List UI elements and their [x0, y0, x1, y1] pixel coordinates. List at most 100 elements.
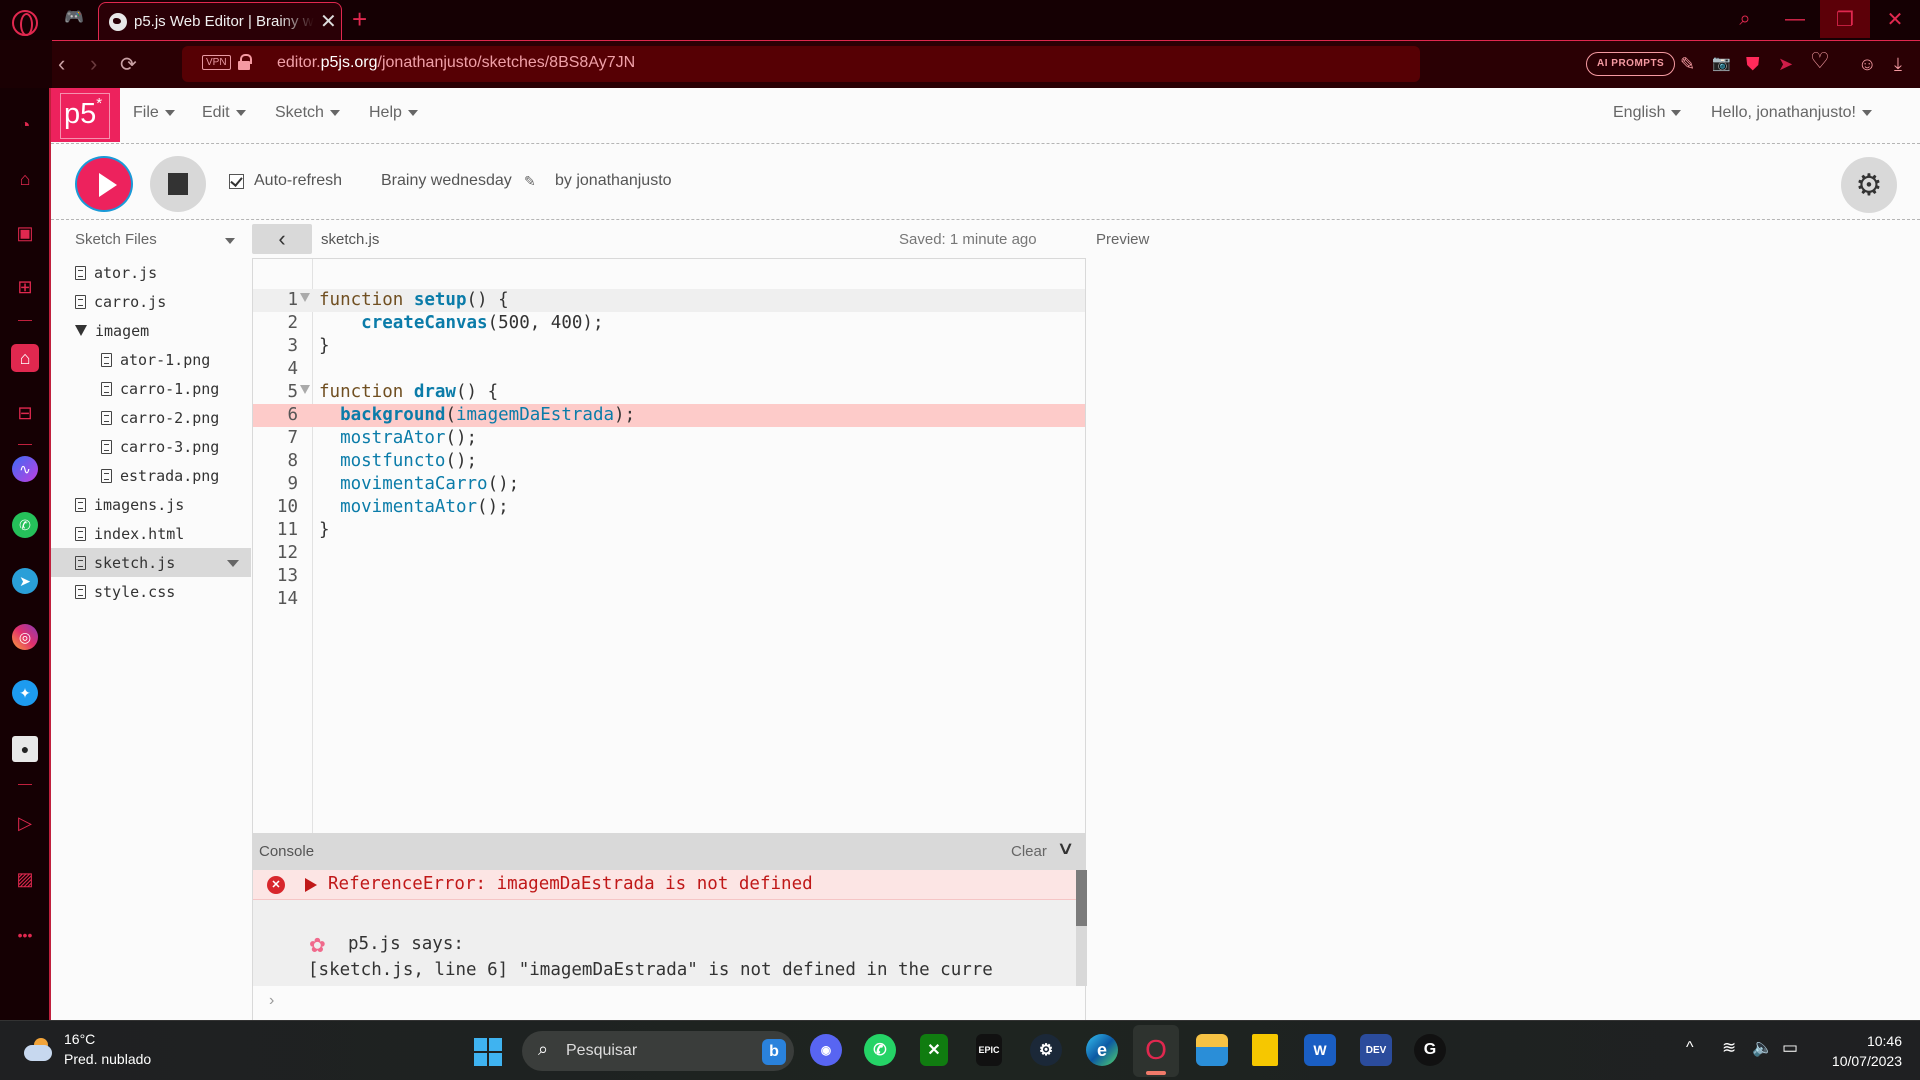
opera-taskbar-icon[interactable]: O — [1140, 1034, 1172, 1066]
console-scroll-thumb[interactable] — [1076, 870, 1087, 926]
g-hub-taskbar-icon[interactable]: G — [1414, 1034, 1446, 1066]
restore-button[interactable]: ❐ — [1820, 0, 1870, 38]
whatsapp-icon[interactable]: ✆ — [12, 512, 38, 538]
gallery-icon[interactable]: ▨ — [12, 866, 38, 892]
tab-close-icon[interactable]: ✕ — [320, 12, 337, 32]
ai-chip-icon[interactable]: ⊞ — [12, 274, 38, 300]
code-line[interactable]: 11} — [253, 519, 1085, 542]
tab-search-icon[interactable]: ⌕ — [1720, 0, 1770, 38]
code-line[interactable]: 12 — [253, 542, 1085, 565]
code-line[interactable]: 4 — [253, 358, 1085, 381]
file-item[interactable]: index.html — [51, 519, 251, 548]
fold-arrow-icon[interactable] — [300, 293, 310, 302]
file-item[interactable]: style.css — [51, 577, 251, 606]
menu-file[interactable]: File — [133, 104, 175, 122]
code-line[interactable]: 3} — [253, 335, 1085, 358]
camera-icon[interactable]: 📷 — [1712, 54, 1731, 74]
instagram-icon[interactable]: ◎ — [12, 624, 38, 650]
folder-expanded-icon[interactable] — [75, 325, 87, 336]
weather-description[interactable]: Pred. nublado — [64, 1051, 151, 1067]
vpn-badge[interactable]: VPN — [202, 55, 231, 70]
sticky-notes-taskbar-icon[interactable] — [1252, 1034, 1278, 1066]
pencil-icon[interactable]: ✎ — [524, 173, 536, 190]
heart-icon[interactable]: ♡ — [1810, 50, 1830, 72]
sketch-name[interactable]: Brainy wednesday — [381, 172, 512, 190]
steam-taskbar-icon[interactable]: ⚙ — [1030, 1034, 1062, 1066]
whatsapp-taskbar-icon[interactable]: ✆ — [864, 1034, 896, 1066]
code-line[interactable]: 1 function setup() { — [253, 289, 1085, 312]
battery-icon[interactable]: ▭ — [1782, 1038, 1798, 1058]
bing-icon[interactable]: b — [762, 1039, 786, 1065]
dev-cpp-taskbar-icon[interactable]: DEV — [1360, 1034, 1392, 1066]
console-scrollbar[interactable] — [1076, 870, 1087, 986]
file-item[interactable]: carro-2.png — [51, 403, 251, 432]
menu-edit[interactable]: Edit — [202, 104, 246, 122]
folder-item[interactable]: imagem — [51, 316, 251, 345]
file-item[interactable]: carro-1.png — [51, 374, 251, 403]
autorefresh-checkbox[interactable] — [229, 173, 244, 189]
reload-button[interactable]: ⟳ — [120, 52, 137, 77]
epic-games-taskbar-icon[interactable]: EPIC — [976, 1034, 1002, 1066]
url-field[interactable]: VPN editor.p5js.org/jonathanjusto/sketch… — [182, 46, 1420, 82]
autorefresh-toggle[interactable]: Auto-refresh — [229, 172, 342, 190]
lock-icon[interactable] — [238, 54, 252, 70]
file-item-selected[interactable]: sketch.js — [51, 548, 251, 577]
account-icon[interactable]: ☺ — [1858, 54, 1876, 74]
download-icon[interactable]: ⤓ — [1894, 54, 1902, 74]
discord-icon[interactable]: ● — [12, 736, 38, 762]
opera-menu-icon[interactable] — [12, 10, 38, 36]
code-line[interactable]: 8 mostfuncto(); — [253, 450, 1085, 473]
sketch-files-header[interactable]: Sketch Files — [51, 220, 251, 258]
stop-button[interactable] — [150, 156, 206, 212]
code-line[interactable]: 10 movimentaAtor(); — [253, 496, 1085, 519]
collapse-sidebar-button[interactable]: ‹ — [252, 224, 312, 254]
account-menu[interactable]: Hello, jonathanjusto! — [1711, 104, 1872, 122]
gamepad-icon[interactable]: 🎮 — [64, 10, 84, 26]
weather-cloud-icon[interactable] — [22, 1038, 54, 1062]
clock-time[interactable]: 10:46 — [1850, 1033, 1902, 1049]
fold-arrow-icon[interactable] — [300, 385, 310, 394]
file-explorer-taskbar-icon[interactable] — [1196, 1034, 1228, 1066]
code-line[interactable]: 13 — [253, 565, 1085, 588]
code-line[interactable]: 9 movimentaCarro(); — [253, 473, 1085, 496]
send-icon[interactable]: ➤ — [1778, 54, 1793, 74]
minimize-button[interactable]: — — [1770, 0, 1820, 38]
code-line[interactable]: 7 mostraAtor(); — [253, 427, 1085, 450]
home-icon[interactable]: ⌂ — [11, 344, 39, 372]
code-line[interactable]: 2 createCanvas(500, 400); — [253, 312, 1085, 335]
code-line-error[interactable]: 6 background(imagemDaEstrada); — [253, 404, 1085, 427]
shield-icon[interactable]: ⛊ — [1746, 54, 1760, 74]
weather-temperature[interactable]: 16°C — [64, 1031, 95, 1047]
file-options-caret-icon[interactable] — [227, 560, 239, 567]
more-icon[interactable]: ••• — [12, 922, 38, 948]
file-item[interactable]: ator.js — [51, 258, 251, 287]
messenger-icon[interactable]: ∿ — [12, 456, 38, 482]
discord-taskbar-icon[interactable]: ◉ — [810, 1034, 842, 1066]
twitch-icon[interactable]: ▣ — [12, 220, 38, 246]
code-editor[interactable]: 1 function setup() { 2 createCanvas(500, … — [252, 258, 1086, 921]
browser-tab-active[interactable]: p5.js Web Editor | Brainy wednesday ✕ — [98, 2, 342, 40]
chevron-up-icon[interactable]: ^ — [1686, 1039, 1694, 1057]
wifi-icon[interactable]: ≋ — [1722, 1038, 1736, 1058]
caret-down-icon[interactable] — [225, 238, 235, 244]
file-item[interactable]: imagens.js — [51, 490, 251, 519]
play-button[interactable] — [75, 156, 133, 212]
code-line[interactable]: 5 function draw() { — [253, 381, 1085, 404]
p5-logo[interactable]: p5* — [51, 88, 120, 142]
file-item[interactable]: carro.js — [51, 287, 251, 316]
menu-help[interactable]: Help — [369, 104, 418, 122]
player-icon[interactable]: ▷ — [12, 810, 38, 836]
new-tab-button[interactable]: + — [352, 4, 367, 35]
telegram-icon[interactable]: ➤ — [12, 568, 38, 594]
console-error-message[interactable]: ✕ ReferenceError: imagemDaEstrada is not… — [253, 870, 1076, 900]
windows-start-button[interactable] — [474, 1038, 502, 1066]
snapshot-icon[interactable]: ✎ — [1680, 54, 1695, 74]
forward-button[interactable]: › — [90, 51, 97, 77]
file-item[interactable]: estrada.png — [51, 461, 251, 490]
back-button[interactable]: ‹ — [58, 51, 65, 77]
twitter-icon[interactable]: ✦ — [12, 680, 38, 706]
word-taskbar-icon[interactable]: W — [1304, 1034, 1336, 1066]
console-clear-button[interactable]: Clear — [1011, 843, 1047, 860]
menu-sketch[interactable]: Sketch — [275, 104, 340, 122]
ai-prompts-button[interactable]: AI PROMPTS — [1586, 52, 1676, 76]
